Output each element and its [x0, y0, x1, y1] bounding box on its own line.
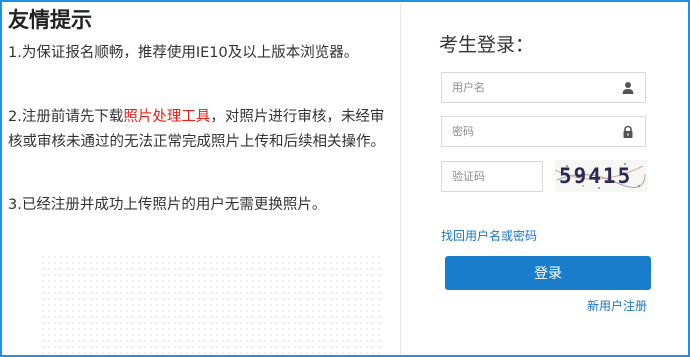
notice-item-photo-tool-prefix: 2.注册前请先下载	[8, 109, 124, 125]
notice-item-photo-uploaded-text: 3.已经注册并成功上传照片的用户无需更换照片。	[8, 197, 327, 213]
notice-title: 友情提示	[8, 8, 92, 32]
login-panel: 考生登录： 用户名 验证码 59415 找回用户名或密码 登录 新用户注册	[401, 4, 688, 355]
password-input[interactable]	[442, 117, 645, 146]
world-map-background	[40, 254, 380, 354]
password-field-box	[441, 116, 646, 147]
login-button[interactable]: 登录	[445, 256, 651, 290]
register-link[interactable]: 新用户注册	[587, 297, 647, 314]
username-input[interactable]	[442, 73, 645, 102]
photo-tool-link[interactable]: 照片处理工具	[123, 109, 210, 125]
forgot-credentials-link[interactable]: 找回用户名或密码	[441, 227, 537, 244]
notice-item-browser: 1.为保证报名顺畅，推荐使用IE10及以上版本浏览器。	[8, 41, 396, 66]
captcha-field-box	[441, 161, 543, 192]
notice-item-browser-text: 1.为保证报名顺畅，推荐使用IE10及以上版本浏览器。	[8, 45, 359, 61]
notice-item-photo-tool: 2.注册前请先下载照片处理工具，对照片进行审核，未经审核或审核未通过的无法正常完…	[8, 105, 396, 155]
user-icon	[622, 82, 634, 94]
notice-panel: 友情提示 1.为保证报名顺畅，推荐使用IE10及以上版本浏览器。 2.注册前请先…	[4, 4, 400, 355]
captcha-input[interactable]	[442, 162, 542, 191]
captcha-code: 59415	[559, 164, 633, 188]
captcha-image[interactable]: 59415	[555, 160, 647, 192]
notice-item-photo-uploaded: 3.已经注册并成功上传照片的用户无需更换照片。	[8, 193, 396, 218]
username-field-box	[441, 72, 646, 103]
lock-icon	[623, 125, 633, 138]
login-title: 考生登录：	[439, 34, 535, 56]
page-frame: 友情提示 1.为保证报名顺畅，推荐使用IE10及以上版本浏览器。 2.注册前请先…	[0, 0, 690, 357]
